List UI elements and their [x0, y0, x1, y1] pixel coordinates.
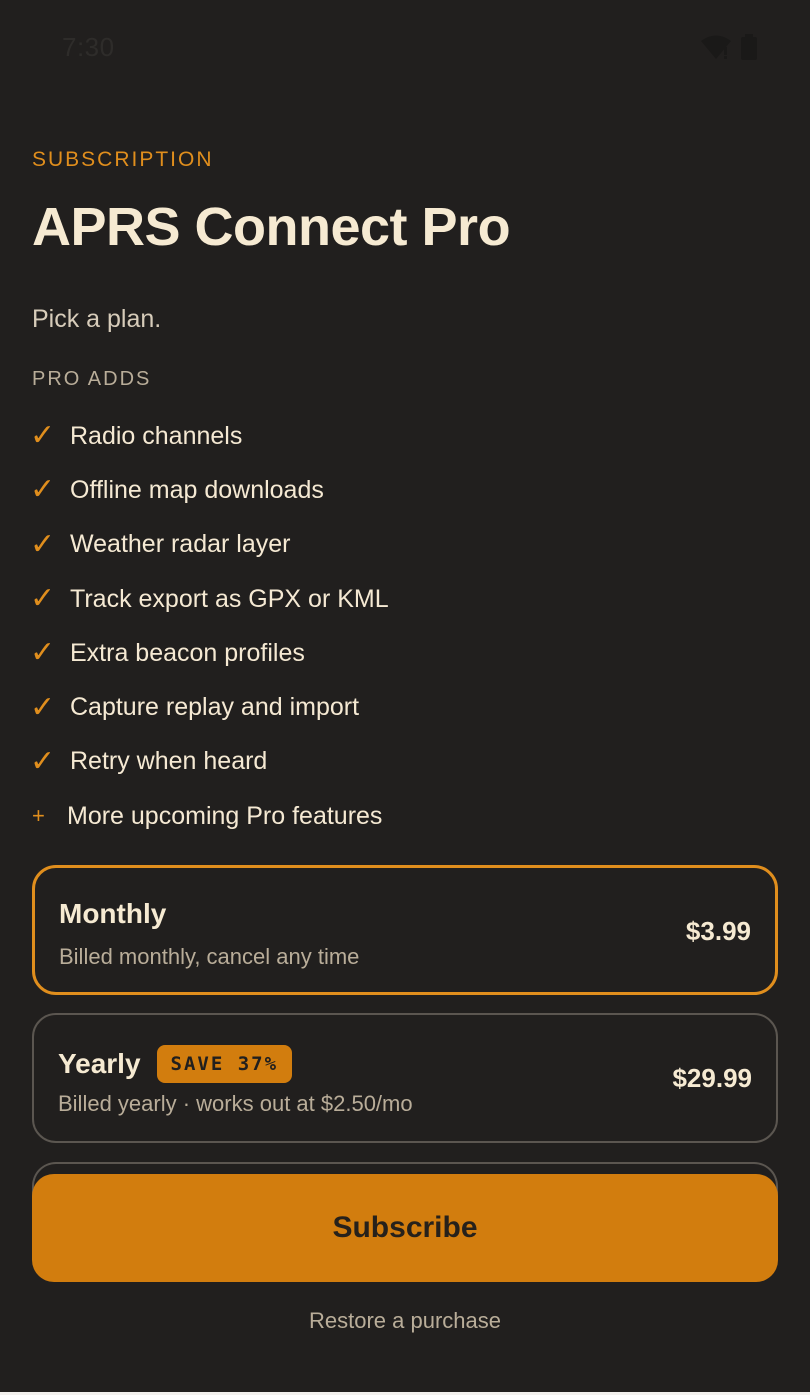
feature-text: Extra beacon profiles	[70, 638, 305, 667]
check-icon: ✓	[30, 689, 56, 725]
save-badge: SAVE 37%	[156, 1045, 293, 1083]
check-icon: ✓	[30, 743, 56, 779]
status-time: 7:30	[62, 32, 115, 62]
feature-item: ✓ Weather radar layer	[30, 518, 770, 572]
feature-text: Radio channels	[70, 421, 243, 450]
feature-item: ✓ Offline map downloads	[30, 463, 770, 517]
pro-adds-label: PRO ADDS	[32, 368, 152, 390]
feature-text: More upcoming Pro features	[67, 801, 383, 830]
feature-item: ✓ Track export as GPX or KML	[30, 572, 770, 626]
restore-purchase-link[interactable]: Restore a purchase	[0, 1308, 810, 1334]
check-icon: ✓	[30, 526, 56, 562]
plan-description: Billed yearly · works out at $2.50/mo	[58, 1091, 413, 1116]
check-icon: ✓	[30, 581, 56, 617]
feature-text: Offline map downloads	[70, 475, 324, 504]
page-subtitle: Pick a plan.	[32, 305, 162, 333]
feature-item: ✓ Capture replay and import	[30, 680, 770, 734]
plan-price: $29.99	[672, 1063, 752, 1093]
section-eyebrow: SUBSCRIPTION	[32, 148, 214, 171]
check-icon: ✓	[30, 418, 56, 454]
status-icons	[700, 34, 758, 60]
feature-item: ✓ Radio channels	[30, 409, 770, 463]
plus-icon: +	[32, 803, 45, 829]
feature-list: ✓ Radio channels ✓ Offline map downloads…	[30, 409, 770, 843]
plan-card-monthly[interactable]: Monthly Billed monthly, cancel any time …	[32, 865, 778, 995]
feature-text: Track export as GPX or KML	[70, 584, 389, 613]
plan-name: Monthly	[59, 898, 166, 930]
feature-item-more: + More upcoming Pro features	[30, 789, 770, 843]
check-icon: ✓	[30, 635, 56, 671]
plan-card-yearly[interactable]: Yearly SAVE 37% Billed yearly · works ou…	[32, 1013, 778, 1143]
plan-name-label: Monthly	[59, 898, 167, 929]
feature-text: Capture replay and import	[70, 693, 360, 722]
subscribe-button[interactable]: Subscribe	[32, 1174, 778, 1282]
feature-item: ✓ Retry when heard	[30, 735, 770, 789]
page-title: APRS Connect Pro	[32, 197, 511, 257]
feature-text: Retry when heard	[70, 747, 268, 776]
status-bar: 7:30	[0, 0, 810, 96]
check-icon: ✓	[30, 472, 56, 508]
feature-text: Weather radar layer	[70, 530, 291, 559]
plan-name-label: Yearly	[58, 1048, 141, 1079]
wifi-icon	[700, 34, 732, 60]
plan-price: $3.99	[685, 916, 751, 946]
plan-name: Yearly SAVE 37%	[58, 1045, 293, 1083]
battery-icon	[740, 34, 758, 60]
plan-description: Billed monthly, cancel any time	[59, 944, 360, 969]
feature-item: ✓ Extra beacon profiles	[30, 626, 770, 680]
